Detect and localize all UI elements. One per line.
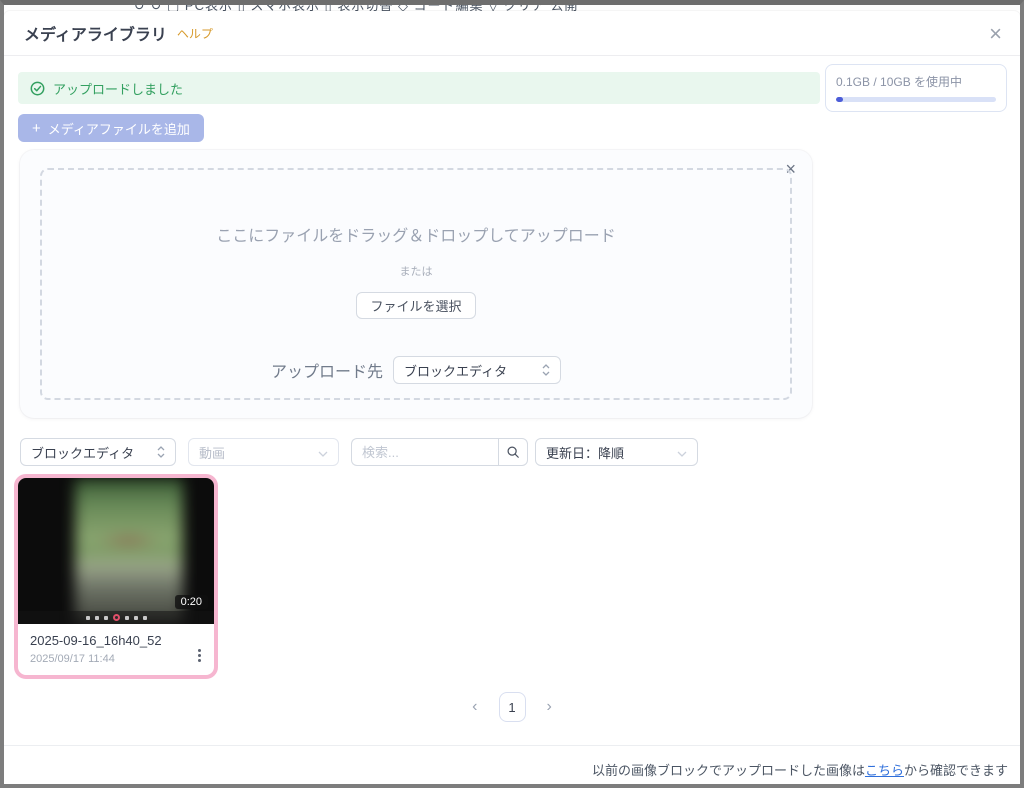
search-group xyxy=(351,438,528,466)
source-filter-value: ブロックエディタ xyxy=(31,445,135,461)
search-button[interactable] xyxy=(498,438,528,466)
next-page-icon[interactable]: › xyxy=(543,696,556,718)
video-player-controls xyxy=(18,611,214,624)
sort-order-select[interactable]: 更新日：降順 xyxy=(535,438,698,466)
add-media-file-label: メディアファイルを追加 xyxy=(47,121,190,137)
modal-close-icon[interactable]: × xyxy=(985,19,1006,49)
filter-toolbar: ブロックエディタ 動画 更新日：降順 xyxy=(20,438,698,466)
chevron-down-icon xyxy=(318,445,328,460)
video-thumbnail-image xyxy=(74,478,183,624)
storage-progress-bar xyxy=(836,97,996,102)
updown-chevron-icon xyxy=(157,446,165,458)
upload-destination-row: アップロード先 ブロックエディタ xyxy=(271,356,561,384)
prev-page-icon[interactable]: ‹ xyxy=(468,696,481,718)
media-type-filter-value: 動画 xyxy=(199,445,226,461)
dropzone-instruction: ここにファイルをドラッグ＆ドロップしてアップロード xyxy=(216,228,616,245)
search-input[interactable] xyxy=(351,438,498,466)
modal-header: メディアライブラリ ヘルプ × xyxy=(4,11,1020,56)
storage-usage-text: 0.1GB / 10GB を使用中 xyxy=(836,75,963,89)
upload-success-alert: アップロードしました xyxy=(18,72,820,104)
footer-divider xyxy=(4,745,1020,746)
record-dot-icon xyxy=(112,614,120,621)
dropzone-or-text: または xyxy=(399,266,433,278)
pagination: ‹ 1 › xyxy=(4,691,1020,723)
video-duration-badge: 0:20 xyxy=(174,595,208,609)
search-icon xyxy=(507,446,519,458)
upload-destination-label: アップロード先 xyxy=(270,364,383,381)
select-file-button[interactable]: ファイルを選択 xyxy=(356,292,476,319)
media-item-info: 2025-09-16_16h40_52 2025/09/17 11:44 xyxy=(18,624,214,665)
plus-icon: + xyxy=(32,119,41,137)
upload-panel: × ここにファイルをドラッグ＆ドロップしてアップロード または ファイルを選択 … xyxy=(20,150,812,418)
sort-order-value: 更新日：降順 xyxy=(546,445,625,461)
add-media-file-button[interactable]: + メディアファイルを追加 xyxy=(18,114,204,142)
upload-destination-select[interactable]: ブロックエディタ xyxy=(393,356,561,384)
footer-link[interactable]: こちら xyxy=(865,763,904,778)
source-filter-select[interactable]: ブロックエディタ xyxy=(20,438,176,466)
video-thumbnail: 0:20 xyxy=(18,478,214,624)
media-item-card[interactable]: 0:20 2025-09-16_16h40_52 2025/09/17 11:4… xyxy=(14,474,218,679)
chevron-down-icon xyxy=(677,445,687,460)
updown-chevron-icon xyxy=(542,364,550,376)
media-item-title: 2025-09-16_16h40_52 xyxy=(30,633,162,648)
file-dropzone[interactable]: ここにファイルをドラッグ＆ドロップしてアップロード または ファイルを選択 アッ… xyxy=(40,168,792,400)
modal-title: メディアライブラリ xyxy=(24,27,167,44)
storage-usage-card: 0.1GB / 10GB を使用中 xyxy=(825,64,1007,112)
storage-progress-fill xyxy=(836,97,843,102)
check-circle-icon xyxy=(30,81,45,95)
media-type-filter-select[interactable]: 動画 xyxy=(188,438,339,466)
footer-note: 以前の画像ブロックでアップロードした画像はこちらから確認できます xyxy=(592,760,1008,779)
item-menu-icon[interactable] xyxy=(195,646,204,665)
page-number-button[interactable]: 1 xyxy=(498,692,526,722)
upload-success-text: アップロードしました xyxy=(53,81,184,97)
media-item-date: 2025/09/17 11:44 xyxy=(30,653,115,665)
upload-destination-value: ブロックエディタ xyxy=(404,363,508,379)
footer-text-after: から確認できます xyxy=(903,763,1008,778)
help-link[interactable]: ヘルプ xyxy=(177,25,213,42)
media-library-modal: メディアライブラリ ヘルプ × アップロードしました 0.1GB / 10GB … xyxy=(4,11,1020,784)
footer-text-before: 以前の画像ブロックでアップロードした画像は xyxy=(591,763,865,778)
